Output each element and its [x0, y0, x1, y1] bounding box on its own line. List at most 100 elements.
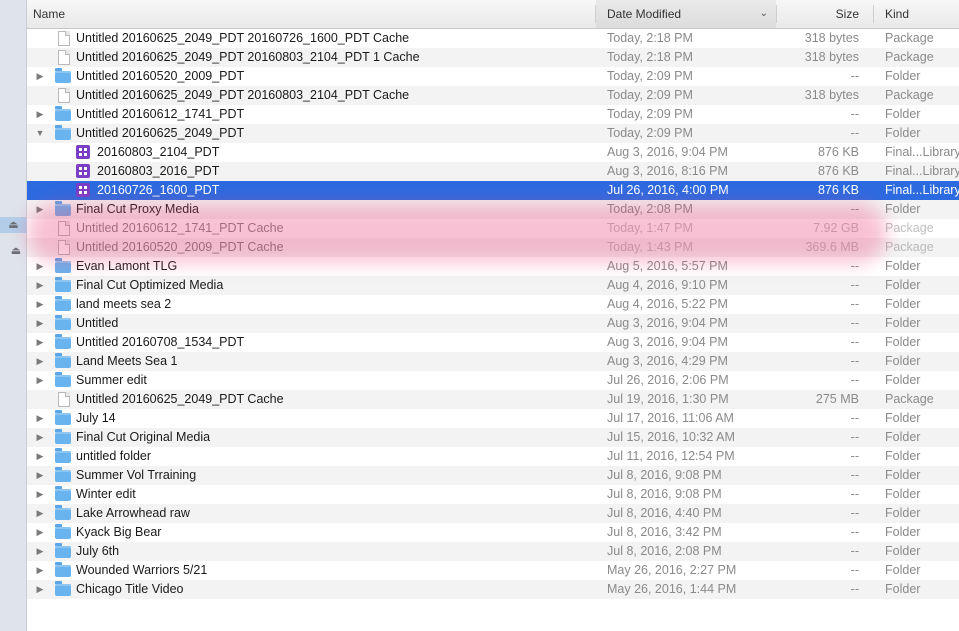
file-size: --	[850, 107, 859, 121]
file-row[interactable]: ▶ land meets sea 2 Aug 4, 2016, 5:22 PM -- F…	[27, 295, 959, 314]
file-row[interactable]: Untitled 20160625_2049_PDT Cache Jul 19, …	[27, 390, 959, 409]
folder-icon	[55, 125, 71, 140]
disclosure-closed-icon[interactable]: ▶	[35, 67, 45, 86]
file-kind: Folder	[885, 202, 921, 216]
chevron-down-icon: ⌄	[759, 8, 768, 19]
disclosure-closed-icon[interactable]: ▶	[35, 409, 45, 428]
date-modified: Jul 8, 2016, 9:08 PM	[607, 468, 722, 482]
folder-icon	[55, 296, 71, 311]
folder-icon	[55, 562, 71, 577]
file-row[interactable]: ▼ Untitled 20160625_2049_PDT Today, 2:09 P…	[27, 124, 959, 143]
column-header: Name Date Modified ⌄ Size Kind	[27, 0, 959, 29]
file-kind: Package	[885, 392, 934, 406]
file-row[interactable]: Untitled 20160612_1741_PDT Cache Today, 1…	[27, 219, 959, 238]
folder-icon	[55, 68, 71, 83]
disclosure-closed-icon[interactable]: ▶	[35, 314, 45, 333]
document-icon	[58, 50, 70, 65]
file-row[interactable]: Untitled 20160625_2049_PDT 20160803_2104…	[27, 48, 959, 67]
file-kind: Folder	[885, 563, 921, 577]
file-name: Final Cut Proxy Media	[76, 202, 199, 216]
file-row[interactable]: ▶ Summer Vol Trraining Jul 8, 2016, 9:08 P…	[27, 466, 959, 485]
disclosure-closed-icon[interactable]: ▶	[35, 105, 45, 124]
file-name: Untitled 20160625_2049_PDT 20160803_2104…	[76, 50, 420, 64]
disclosure-closed-icon[interactable]: ▶	[35, 295, 45, 314]
file-row[interactable]: ▶ Winter edit Jul 8, 2016, 9:08 PM -- Folder	[27, 485, 959, 504]
file-name: Evan Lamont TLG	[76, 259, 178, 273]
column-header-kind[interactable]: Kind	[885, 0, 955, 28]
disclosure-closed-icon[interactable]: ▶	[35, 257, 45, 276]
file-row[interactable]: ▶ Final Cut Optimized Media Aug 4, 2016, 9…	[27, 276, 959, 295]
disclosure-closed-icon[interactable]: ▶	[35, 523, 45, 542]
disclosure-closed-icon[interactable]: ▶	[35, 542, 45, 561]
file-name: land meets sea 2	[76, 297, 172, 311]
folder-icon	[55, 429, 71, 444]
disclosure-closed-icon[interactable]: ▶	[35, 276, 45, 295]
disclosure-closed-icon[interactable]: ▶	[35, 352, 45, 371]
disclosure-closed-icon[interactable]: ▶	[35, 466, 45, 485]
file-row[interactable]: ▶ Untitled 20160708_1534_PDT Aug 3, 2016, …	[27, 333, 959, 352]
eject-icon[interactable]: ⏏	[0, 217, 27, 233]
folder-icon	[55, 258, 71, 273]
file-row[interactable]: ▶ Untitled Aug 3, 2016, 9:04 PM -- Folder	[27, 314, 959, 333]
disclosure-closed-icon[interactable]: ▶	[35, 371, 45, 390]
file-kind: Folder	[885, 335, 921, 349]
date-modified: Aug 4, 2016, 9:10 PM	[607, 278, 728, 292]
file-size: --	[850, 316, 859, 330]
file-list-view: Name Date Modified ⌄ Size Kind Untitled …	[27, 0, 959, 631]
column-header-size[interactable]: Size	[777, 0, 859, 28]
disclosure-closed-icon[interactable]: ▶	[35, 580, 45, 599]
column-header-name-label: Name	[33, 7, 66, 21]
date-modified: Aug 3, 2016, 8:16 PM	[607, 164, 728, 178]
file-row[interactable]: Untitled 20160625_2049_PDT 20160726_1600…	[27, 29, 959, 48]
disclosure-closed-icon[interactable]: ▶	[35, 561, 45, 580]
disclosure-closed-icon[interactable]: ▶	[35, 333, 45, 352]
column-header-name[interactable]: Name	[33, 0, 593, 28]
file-row[interactable]: ▶ Untitled 20160520_2009_PDT Today, 2:09 P…	[27, 67, 959, 86]
date-modified: Aug 3, 2016, 9:04 PM	[607, 145, 728, 159]
file-row[interactable]: ▶ Kyack Big Bear Jul 8, 2016, 3:42 PM -- Fol…	[27, 523, 959, 542]
file-row[interactable]: ▶ untitled folder Jul 11, 2016, 12:54 PM --…	[27, 447, 959, 466]
file-row[interactable]: ▶ Lake Arrowhead raw Jul 8, 2016, 4:40 PM -…	[27, 504, 959, 523]
sidebar: ⏏ ⏏	[0, 0, 27, 631]
file-name: Untitled 20160708_1534_PDT	[76, 335, 245, 349]
fcp-library-icon	[76, 164, 90, 178]
file-kind: Folder	[885, 525, 921, 539]
disclosure-closed-icon[interactable]: ▶	[35, 428, 45, 447]
file-row[interactable]: 20160726_1600_PDT Jul 26, 2016, 4:00 PM 87…	[27, 181, 959, 200]
date-modified: Today, 2:18 PM	[607, 50, 693, 64]
file-row[interactable]: ▶ Untitled 20160612_1741_PDT Today, 2:09 P…	[27, 105, 959, 124]
file-row[interactable]: ▶ Final Cut Proxy Media Today, 2:08 PM -- Fo…	[27, 200, 959, 219]
file-size: --	[850, 126, 859, 140]
file-kind: Package	[885, 240, 934, 254]
disclosure-closed-icon[interactable]: ▶	[35, 200, 45, 219]
file-row[interactable]: Untitled 20160625_2049_PDT 20160803_2104…	[27, 86, 959, 105]
date-modified: Jul 26, 2016, 2:06 PM	[607, 373, 729, 387]
file-size: --	[850, 335, 859, 349]
disclosure-closed-icon[interactable]: ▶	[35, 447, 45, 466]
file-row[interactable]: Untitled 20160520_2009_PDT Cache Today, 1…	[27, 238, 959, 257]
file-row[interactable]: 20160803_2016_PDT Aug 3, 2016, 8:16 PM 876…	[27, 162, 959, 181]
file-row[interactable]: ▶ Wounded Warriors 5/21 May 26, 2016, 2:27…	[27, 561, 959, 580]
file-row[interactable]: ▶ Final Cut Original Media Jul 15, 2016, 1…	[27, 428, 959, 447]
column-header-date-modified[interactable]: Date Modified ⌄	[596, 0, 776, 28]
date-modified: Aug 3, 2016, 9:04 PM	[607, 335, 728, 349]
disclosure-closed-icon[interactable]: ▶	[35, 504, 45, 523]
file-row[interactable]: ▶ Land Meets Sea 1 Aug 3, 2016, 4:29 PM -- F…	[27, 352, 959, 371]
disclosure-closed-icon[interactable]: ▶	[35, 485, 45, 504]
file-row[interactable]: ▶ Evan Lamont TLG Aug 5, 2016, 5:57 PM -- Fo…	[27, 257, 959, 276]
file-row[interactable]: ▶ Chicago Title Video May 26, 2016, 1:44 P…	[27, 580, 959, 599]
file-kind: Folder	[885, 544, 921, 558]
date-modified: Today, 1:47 PM	[607, 221, 693, 235]
disclosure-open-icon[interactable]: ▼	[35, 124, 45, 143]
file-kind: Package	[885, 88, 934, 102]
file-row[interactable]: ▶ July 6th Jul 8, 2016, 2:08 PM -- Folder	[27, 542, 959, 561]
eject-icon[interactable]: ⏏	[10, 245, 22, 257]
file-name: Winter edit	[76, 487, 136, 501]
column-divider[interactable]	[873, 5, 874, 23]
file-size: --	[850, 582, 859, 596]
file-name: Untitled 20160625_2049_PDT 20160726_1600…	[76, 31, 410, 45]
file-row[interactable]: ▶ Summer edit Jul 26, 2016, 2:06 PM -- Folde…	[27, 371, 959, 390]
file-name: Untitled 20160520_2009_PDT Cache	[76, 240, 284, 254]
file-row[interactable]: ▶ July 14 Jul 17, 2016, 11:06 AM -- Folder	[27, 409, 959, 428]
file-row[interactable]: 20160803_2104_PDT Aug 3, 2016, 9:04 PM 876…	[27, 143, 959, 162]
